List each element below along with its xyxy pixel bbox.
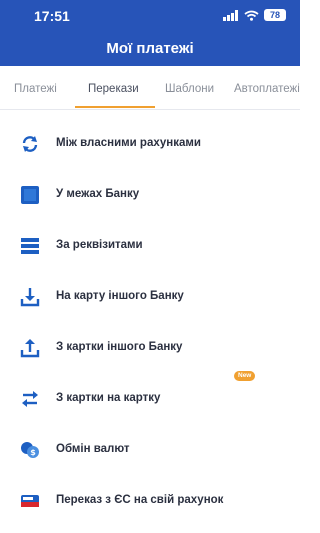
eu-card-icon bbox=[21, 495, 39, 507]
transfer-own-accounts-label: Між власними рахунками bbox=[56, 137, 201, 149]
tab-templates[interactable]: Шаблони bbox=[165, 83, 214, 95]
transfer-within-bank[interactable]: У межах Банку bbox=[0, 169, 300, 220]
swap-arrows-icon bbox=[22, 391, 38, 407]
currency-exchange-label: Обмін валют bbox=[56, 443, 130, 455]
details-lines-icon bbox=[21, 238, 39, 254]
tray-upload-icon bbox=[20, 339, 40, 358]
transfer-from-eu-label: Переказ з ЄС на свій рахунок bbox=[56, 494, 224, 506]
status-time: 17:51 bbox=[34, 8, 70, 24]
transfer-to-other-bank-card[interactable]: На карту іншого Банку bbox=[0, 271, 300, 322]
transfer-within-bank-label: У межах Банку bbox=[56, 188, 140, 200]
tab-transfers[interactable]: Перекази bbox=[88, 83, 139, 95]
transfer-from-eu[interactable]: Переказ з ЄС на свій рахунок bbox=[0, 475, 300, 526]
transfer-from-other-bank-card-label: З картки іншого Банку bbox=[56, 341, 183, 353]
active-tab-indicator bbox=[75, 106, 155, 108]
tab-payments[interactable]: Платежі bbox=[14, 83, 57, 95]
signal-icon bbox=[223, 9, 238, 21]
transfer-options-list: Між власними рахунками У межах Банку За … bbox=[0, 118, 300, 526]
refresh-icon bbox=[22, 136, 38, 152]
bank-square-icon bbox=[21, 186, 39, 204]
currency-exchange-icon: $ bbox=[21, 442, 39, 458]
status-bar: 17:51 78 bbox=[0, 0, 300, 30]
tray-download-icon bbox=[20, 288, 40, 307]
transfer-by-details[interactable]: За реквізитами bbox=[0, 220, 300, 271]
app-header: 17:51 78 Мої платежі bbox=[0, 0, 300, 66]
battery-icon: 78 bbox=[264, 9, 286, 21]
transfer-card-to-card[interactable]: З картки на картку bbox=[0, 373, 300, 424]
tab-autopayments[interactable]: Автоплатежі bbox=[234, 83, 300, 95]
transfer-to-other-bank-card-label: На карту іншого Банку bbox=[56, 290, 184, 302]
transfer-card-to-card-label: З картки на картку bbox=[56, 392, 161, 404]
tab-bar: Платежі Перекази Шаблони Автоплатежі bbox=[0, 66, 300, 110]
status-icons: 78 bbox=[223, 9, 286, 21]
page-title: Мої платежі bbox=[106, 40, 194, 57]
currency-exchange[interactable]: $ Обмін валют bbox=[0, 424, 300, 475]
transfer-own-accounts[interactable]: Між власними рахунками bbox=[0, 118, 300, 169]
transfer-by-details-label: За реквізитами bbox=[56, 239, 143, 251]
transfer-from-other-bank-card[interactable]: З картки іншого Банку bbox=[0, 322, 300, 373]
new-badge: New bbox=[234, 371, 256, 381]
wifi-icon bbox=[244, 10, 259, 21]
svg-text:$: $ bbox=[30, 448, 36, 457]
